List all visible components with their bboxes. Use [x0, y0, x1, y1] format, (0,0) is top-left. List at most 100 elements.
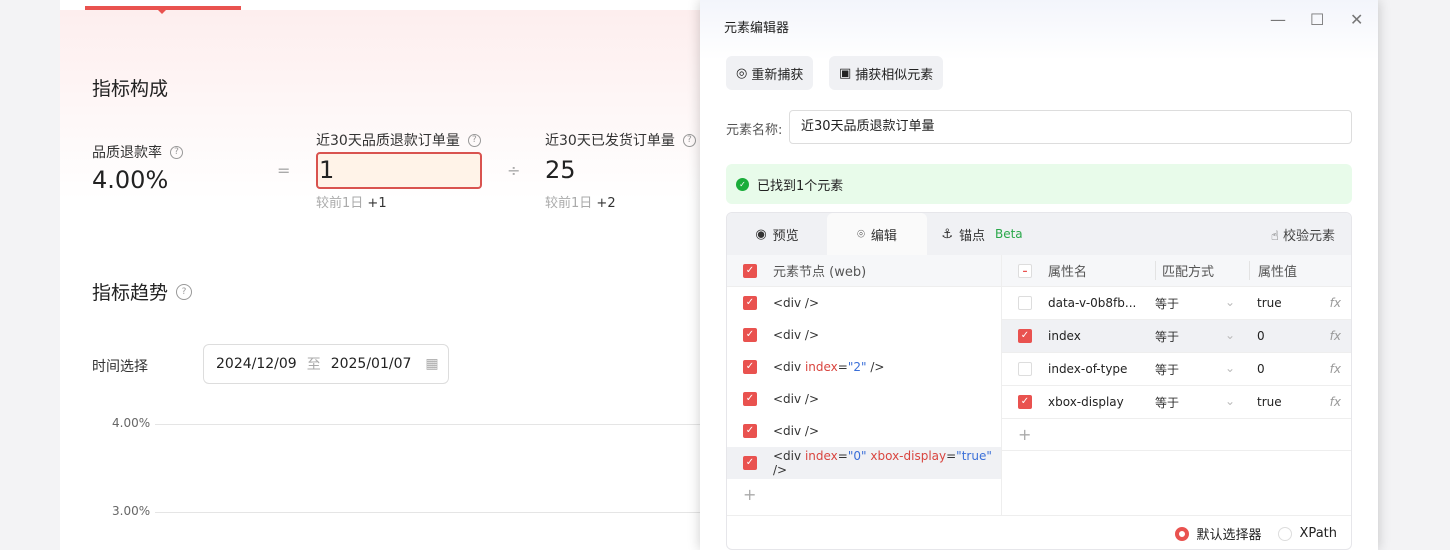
tab-edit[interactable]: ⌾ 编辑 — [827, 213, 927, 255]
attr-name: index-of-type — [1048, 362, 1128, 376]
capture-similar-label: 捕获相似元素 — [855, 67, 934, 83]
select-all-attrs-checkbox[interactable]: – — [1018, 263, 1032, 278]
radio-default-selector[interactable] — [1174, 526, 1189, 541]
node-row[interactable]: ✓ <div /> — [727, 287, 1001, 319]
help-icon[interactable]: ? — [170, 145, 183, 159]
date-end[interactable]: 2025/01/07 — [331, 356, 412, 372]
anchor-icon: ⚓ — [941, 226, 953, 242]
attr-value[interactable]: true — [1249, 296, 1319, 310]
tab-anchor[interactable]: ⚓ 锚点 Beta — [927, 213, 1037, 255]
element-name-input[interactable]: 近30天品质退款订单量 — [789, 110, 1352, 144]
capture-similar-button[interactable]: ▣ 捕获相似元素 — [829, 56, 944, 90]
help-icon[interactable]: ? — [467, 133, 481, 147]
date-range-picker[interactable]: 2024/12/09 至 2025/01/07 ▦ — [203, 344, 449, 384]
fx-icon[interactable]: fx — [1330, 329, 1341, 343]
match-select[interactable]: 等于 ⌄ — [1155, 394, 1249, 411]
recapture-button[interactable]: ◎ 重新捕获 — [726, 56, 814, 90]
help-icon[interactable]: ? — [176, 283, 193, 300]
node-row[interactable]: ✓ <div index="2" /> — [727, 351, 1001, 383]
attr-rows: data-v-0b8fb... 等于 ⌄ true fx ✓ index 等于 ⌄ 0 fx inde… — [1002, 287, 1351, 419]
close-icon[interactable]: ✕ — [1350, 10, 1363, 29]
match-value: 等于 — [1155, 395, 1180, 410]
attr-row: data-v-0b8fb... 等于 ⌄ true fx — [1002, 287, 1351, 320]
match-select[interactable]: 等于 ⌄ — [1155, 328, 1249, 345]
node-header: ✓ 元素节点 (web) — [727, 255, 1001, 287]
denominator-value: 25 — [545, 156, 576, 184]
match-select[interactable]: 等于 ⌄ — [1155, 361, 1249, 378]
denominator-label-text: 近30天已发货订单量 — [545, 133, 675, 149]
add-node-icon[interactable]: + — [727, 479, 1001, 511]
node-tag: <div — [773, 424, 802, 438]
fx-icon[interactable]: fx — [1330, 362, 1341, 376]
element-editor-dialog: 元素编辑器 — ☐ ✕ ◎ 重新捕获 ▣ 捕获相似元素 元素名称: 近30天品质退款… — [700, 0, 1378, 550]
attr-value[interactable]: 0 — [1249, 362, 1319, 376]
metric-page: 指标构成 品质退款率? 4.00% = 近30天品质退款订单量? 1 较前1日 … — [60, 0, 720, 550]
node-row[interactable]: ✓ <div index="0" xbox-display="true" /> — [727, 447, 1001, 479]
numerator-value-highlight[interactable]: 1 — [316, 152, 482, 189]
node-code: <div index="2" /> — [773, 360, 885, 374]
recapture-icon: ◎ — [736, 65, 748, 81]
match-value: 等于 — [1155, 329, 1180, 344]
node-checkbox[interactable]: ✓ — [743, 392, 757, 406]
node-attr-value: "true" — [956, 449, 992, 463]
default-selector-label: 默认选择器 — [1196, 528, 1262, 543]
date-start[interactable]: 2024/12/09 — [216, 356, 297, 372]
metric-label-text: 品质退款率 — [92, 145, 162, 161]
minimize-icon[interactable]: — — [1270, 10, 1286, 29]
attribute-table: – 属性名 匹配方式 属性值 data-v-0b8fb... 等于 ⌄ true fx ✓ ind… — [1002, 255, 1351, 515]
attr-value[interactable]: 0 — [1249, 329, 1319, 343]
y-tick: 4.00% — [112, 416, 151, 430]
selector-mode: 默认选择器 XPath — [727, 515, 1351, 549]
node-checkbox[interactable]: ✓ — [743, 360, 757, 374]
attr-checkbox[interactable] — [1018, 362, 1032, 376]
fx-icon[interactable]: fx — [1330, 296, 1341, 310]
attr-checkbox[interactable]: ✓ — [1018, 395, 1032, 409]
node-code: <div /> — [773, 424, 820, 438]
node-tag: <div — [773, 392, 802, 406]
attr-checkbox[interactable]: ✓ — [1018, 329, 1032, 343]
chevron-down-icon: ⌄ — [1224, 294, 1235, 309]
node-attr-value: "2" — [847, 360, 867, 374]
node-checkbox[interactable]: ✓ — [743, 456, 757, 470]
fx-icon[interactable]: fx — [1330, 395, 1341, 409]
capture-similar-icon: ▣ — [839, 65, 852, 81]
node-row[interactable]: ✓ <div /> — [727, 319, 1001, 351]
add-attr-icon[interactable]: + — [1002, 419, 1351, 451]
attr-checkbox[interactable] — [1018, 296, 1032, 310]
tab-preview[interactable]: ◉ 预览 — [727, 213, 827, 255]
maximize-icon[interactable]: ☐ — [1310, 10, 1324, 29]
hand-pointer-icon: ☝ — [1270, 229, 1279, 244]
location-pin-icon: ⌾ — [857, 226, 865, 242]
tab-label: 预览 — [772, 228, 799, 244]
node-attr-value-text: true — [961, 449, 987, 463]
node-row[interactable]: ✓ <div /> — [727, 415, 1001, 447]
node-checkbox[interactable]: ✓ — [743, 328, 757, 342]
attr-name: index — [1048, 329, 1081, 343]
beta-badge: Beta — [994, 227, 1023, 241]
node-attr-value: "0" — [847, 449, 867, 463]
section-title-composition: 指标构成 — [92, 78, 169, 100]
found-text: 已找到1个元素 — [757, 178, 844, 194]
node-checkbox[interactable]: ✓ — [743, 296, 757, 310]
node-attr-name: index — [804, 449, 838, 463]
radio-xpath[interactable] — [1277, 526, 1292, 541]
verify-element-button[interactable]: ☝ 校验元素 — [1271, 225, 1335, 244]
select-all-checkbox[interactable]: ✓ — [743, 263, 757, 278]
node-row[interactable]: ✓ <div /> — [727, 383, 1001, 415]
attr-row: ✓ index 等于 ⌄ 0 fx — [1002, 320, 1351, 353]
attr-name: xbox-display — [1048, 395, 1124, 409]
trend-title-text: 指标趋势 — [92, 282, 169, 304]
match-value: 等于 — [1155, 296, 1180, 311]
tab-bar: ◉ 预览 ⌾ 编辑 ⚓ 锚点 Beta ☝ 校验元素 — [727, 213, 1351, 255]
match-select[interactable]: 等于 ⌄ — [1155, 295, 1249, 312]
calendar-icon[interactable]: ▦ — [425, 356, 438, 372]
node-checkbox[interactable]: ✓ — [743, 424, 757, 438]
help-icon[interactable]: ? — [682, 133, 696, 147]
attr-row: index-of-type 等于 ⌄ 0 fx — [1002, 353, 1351, 386]
section-title-trend: 指标趋势? — [92, 278, 193, 305]
numerator-label: 近30天品质退款订单量? — [316, 130, 481, 150]
attr-col-name: 属性名 — [1048, 265, 1088, 280]
numerator-label-text: 近30天品质退款订单量 — [316, 133, 460, 149]
attr-value[interactable]: true — [1249, 395, 1319, 409]
y-tick: 3.00% — [112, 504, 151, 518]
